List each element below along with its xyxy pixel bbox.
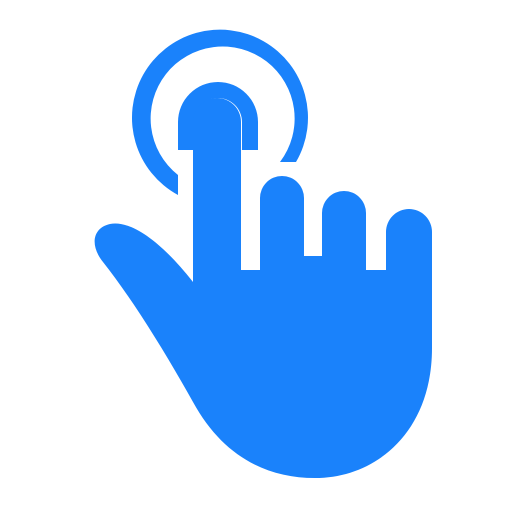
icon-canvas [0,0,512,512]
tap-gesture-icon [94,29,433,478]
